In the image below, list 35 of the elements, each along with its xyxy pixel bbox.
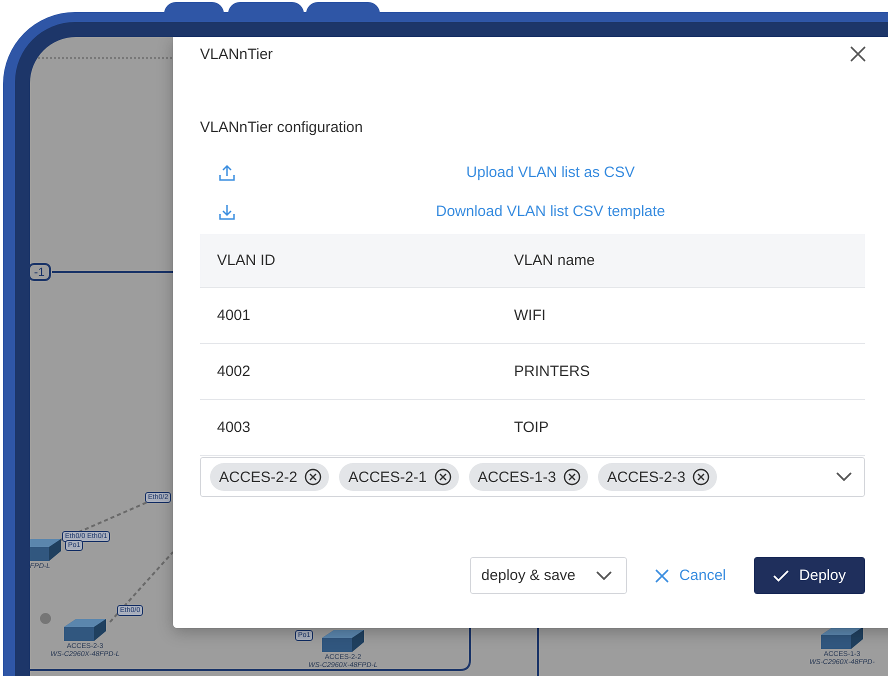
table-cell-text: PRINTERS bbox=[513, 363, 591, 380]
mode-dropdown[interactable]: deploy & save bbox=[470, 557, 628, 594]
download-icon bbox=[218, 202, 236, 220]
link-label: -1 bbox=[30, 263, 51, 281]
status-dot bbox=[40, 613, 51, 624]
check-icon bbox=[773, 570, 790, 582]
column-header: VLAN ID bbox=[216, 252, 276, 269]
dialog-title: VLANnTier bbox=[200, 46, 273, 62]
upload-icon bbox=[218, 164, 236, 182]
network-switch-icon bbox=[30, 537, 63, 563]
close-button[interactable] bbox=[849, 45, 867, 63]
table-cell-text: 4002 bbox=[216, 363, 252, 380]
group-border bbox=[537, 627, 539, 676]
network-switch-icon bbox=[819, 625, 865, 651]
remove-icon[interactable] bbox=[304, 468, 322, 486]
table-cell-text: TOIP bbox=[513, 419, 550, 436]
table-cell-text: 4001 bbox=[216, 307, 252, 324]
deploy-button[interactable]: Deploy bbox=[754, 557, 865, 594]
table-cell-text: 4003 bbox=[216, 419, 252, 436]
device-chip[interactable]: ACCES-1-3 bbox=[468, 463, 588, 491]
remove-icon[interactable] bbox=[563, 468, 582, 486]
close-icon bbox=[655, 568, 670, 582]
table-cell-text: WIFI bbox=[513, 307, 547, 324]
device-chip[interactable]: ACCES-2-2 bbox=[210, 463, 330, 491]
column-header: VLAN name bbox=[513, 252, 596, 269]
remove-icon[interactable] bbox=[692, 468, 710, 486]
device-chip[interactable]: ACCES-2-3 bbox=[598, 463, 718, 491]
device-multiselect[interactable]: ACCES-2-2 ACCES-2-1 ACCES-1-3 ACCES-2-3 bbox=[200, 457, 865, 497]
network-switch-icon bbox=[62, 617, 108, 643]
remove-icon[interactable] bbox=[434, 468, 452, 486]
section-title: VLANnTier configuration bbox=[200, 118, 364, 138]
chevron-down-icon bbox=[836, 472, 852, 482]
chevron-down-icon bbox=[596, 570, 612, 580]
device-chip[interactable]: ACCES-2-1 bbox=[339, 463, 459, 491]
network-switch-icon bbox=[320, 628, 366, 654]
